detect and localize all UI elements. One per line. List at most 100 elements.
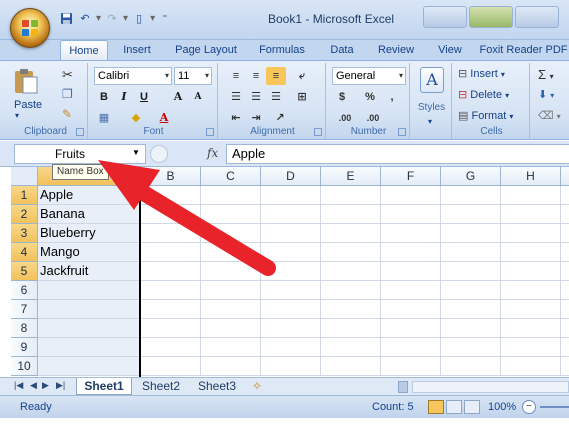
- row-header-4[interactable]: 4: [11, 243, 38, 262]
- page-break-view-icon[interactable]: [464, 400, 480, 414]
- font-size-select[interactable]: 11 ▾: [174, 67, 212, 85]
- row-header-1[interactable]: 1: [11, 186, 38, 205]
- grid-cell[interactable]: [561, 357, 569, 376]
- grid-cell[interactable]: [381, 224, 441, 243]
- tab-formulas[interactable]: Formulas: [252, 40, 312, 60]
- clipboard-launcher-icon[interactable]: [76, 128, 84, 136]
- name-box[interactable]: Fruits: [14, 144, 146, 164]
- align-left-icon[interactable]: ☰: [226, 88, 246, 106]
- align-middle-icon[interactable]: ≡: [246, 67, 266, 85]
- grid-cell[interactable]: [141, 281, 201, 300]
- undo-icon[interactable]: ↶: [77, 10, 93, 26]
- tab-review[interactable]: Review: [372, 40, 420, 60]
- grid-cell[interactable]: [201, 262, 261, 281]
- grid-cell[interactable]: [561, 338, 569, 357]
- currency-button[interactable]: $: [332, 88, 352, 106]
- office-button[interactable]: [10, 8, 50, 48]
- number-launcher-icon[interactable]: [398, 128, 406, 136]
- merge-center-icon[interactable]: ⊞: [292, 88, 312, 106]
- grid-cell[interactable]: [141, 338, 201, 357]
- grid-cell[interactable]: [381, 281, 441, 300]
- fill-icon[interactable]: ⬇ ▾: [538, 88, 554, 101]
- grid-cell[interactable]: [321, 224, 381, 243]
- grid-cell[interactable]: [381, 300, 441, 319]
- zoom-out-icon[interactable]: −: [522, 400, 536, 414]
- styles-icon[interactable]: A: [420, 67, 444, 93]
- copy-icon[interactable]: ❐: [62, 87, 73, 101]
- tab-insert[interactable]: Insert: [114, 40, 160, 60]
- grid-cell[interactable]: [441, 262, 501, 281]
- column-header-g[interactable]: G: [441, 167, 501, 186]
- customize-toolbar-icon[interactable]: ▾: [150, 13, 155, 24]
- column-header-f[interactable]: F: [381, 167, 441, 186]
- save-icon[interactable]: [58, 10, 74, 26]
- grid-cell[interactable]: [201, 186, 261, 205]
- column-header-c[interactable]: C: [201, 167, 261, 186]
- grid-cell[interactable]: [321, 338, 381, 357]
- insert-sheet-icon[interactable]: ✧: [246, 378, 268, 395]
- row-header-7[interactable]: 7: [11, 300, 38, 319]
- first-sheet-icon[interactable]: |◀: [14, 380, 23, 391]
- tab-page-layout[interactable]: Page Layout: [170, 40, 242, 60]
- row-header-9[interactable]: 9: [11, 338, 38, 357]
- percent-button[interactable]: %: [360, 88, 380, 106]
- align-top-icon[interactable]: ≡: [226, 67, 246, 85]
- insert-cells-button[interactable]: ⊟ Insert ▾: [458, 67, 505, 80]
- fill-color-icon[interactable]: ◆: [126, 109, 146, 127]
- grid-cell[interactable]: [441, 205, 501, 224]
- grid-cell[interactable]: [201, 281, 261, 300]
- underline-button[interactable]: U: [134, 88, 154, 106]
- grid-cell[interactable]: [381, 186, 441, 205]
- grid-cell[interactable]: [501, 262, 561, 281]
- borders-icon[interactable]: ▦: [94, 109, 114, 127]
- grid-cell[interactable]: [201, 243, 261, 262]
- column-header-e[interactable]: E: [321, 167, 381, 186]
- grid-cell[interactable]: [561, 186, 569, 205]
- grid-cell[interactable]: [261, 186, 321, 205]
- grid-cell[interactable]: [261, 243, 321, 262]
- wrap-text-icon[interactable]: ⤶: [292, 67, 312, 85]
- shrink-font-button[interactable]: A: [188, 88, 208, 106]
- font-color-button[interactable]: A: [154, 109, 174, 127]
- grid-cell[interactable]: [561, 224, 569, 243]
- grid-cell[interactable]: [381, 262, 441, 281]
- sheet-tab-3[interactable]: Sheet3: [192, 378, 242, 395]
- grid-cell[interactable]: [261, 319, 321, 338]
- select-all-corner[interactable]: [11, 167, 38, 186]
- normal-view-icon[interactable]: [428, 400, 444, 414]
- grid-cell[interactable]: [321, 300, 381, 319]
- cell-a3[interactable]: Blueberry: [38, 224, 141, 243]
- delete-cells-button[interactable]: ⊟ Delete ▾: [458, 88, 509, 101]
- increase-indent-icon[interactable]: ⇥: [246, 109, 266, 127]
- decrease-indent-icon[interactable]: ⇤: [226, 109, 246, 127]
- grid-cell[interactable]: [501, 205, 561, 224]
- tab-view[interactable]: View: [430, 40, 470, 60]
- grid-cell[interactable]: [321, 319, 381, 338]
- grid-cell[interactable]: [141, 319, 201, 338]
- zoom-slider[interactable]: [540, 406, 569, 408]
- grid-cell[interactable]: [141, 357, 201, 376]
- grid-cell[interactable]: [441, 281, 501, 300]
- zoom-level[interactable]: 100%: [488, 401, 516, 413]
- grow-font-button[interactable]: A: [168, 88, 188, 106]
- grid-cell[interactable]: [501, 243, 561, 262]
- orientation-icon[interactable]: ↗: [270, 109, 290, 127]
- maximize-button[interactable]: [469, 6, 513, 28]
- align-center-icon[interactable]: ☰: [246, 88, 266, 106]
- row-header-8[interactable]: 8: [11, 319, 38, 338]
- styles-dropdown-icon[interactable]: ▾: [428, 117, 432, 126]
- row-header-10[interactable]: 10: [11, 357, 38, 376]
- grid-cell[interactable]: [261, 300, 321, 319]
- grid-cell[interactable]: [441, 243, 501, 262]
- redo-icon[interactable]: ↷: [104, 10, 120, 26]
- document-icon[interactable]: ▯: [131, 10, 147, 26]
- grid-cell[interactable]: [561, 243, 569, 262]
- grid-cell[interactable]: [321, 186, 381, 205]
- grid-cell[interactable]: [141, 224, 201, 243]
- grid-cell[interactable]: [441, 357, 501, 376]
- formula-bar-expand-icon[interactable]: [150, 145, 168, 163]
- grid-cell[interactable]: [381, 205, 441, 224]
- grid-cell[interactable]: [441, 224, 501, 243]
- number-format-select[interactable]: General ▾: [332, 67, 406, 85]
- bold-button[interactable]: B: [94, 88, 114, 106]
